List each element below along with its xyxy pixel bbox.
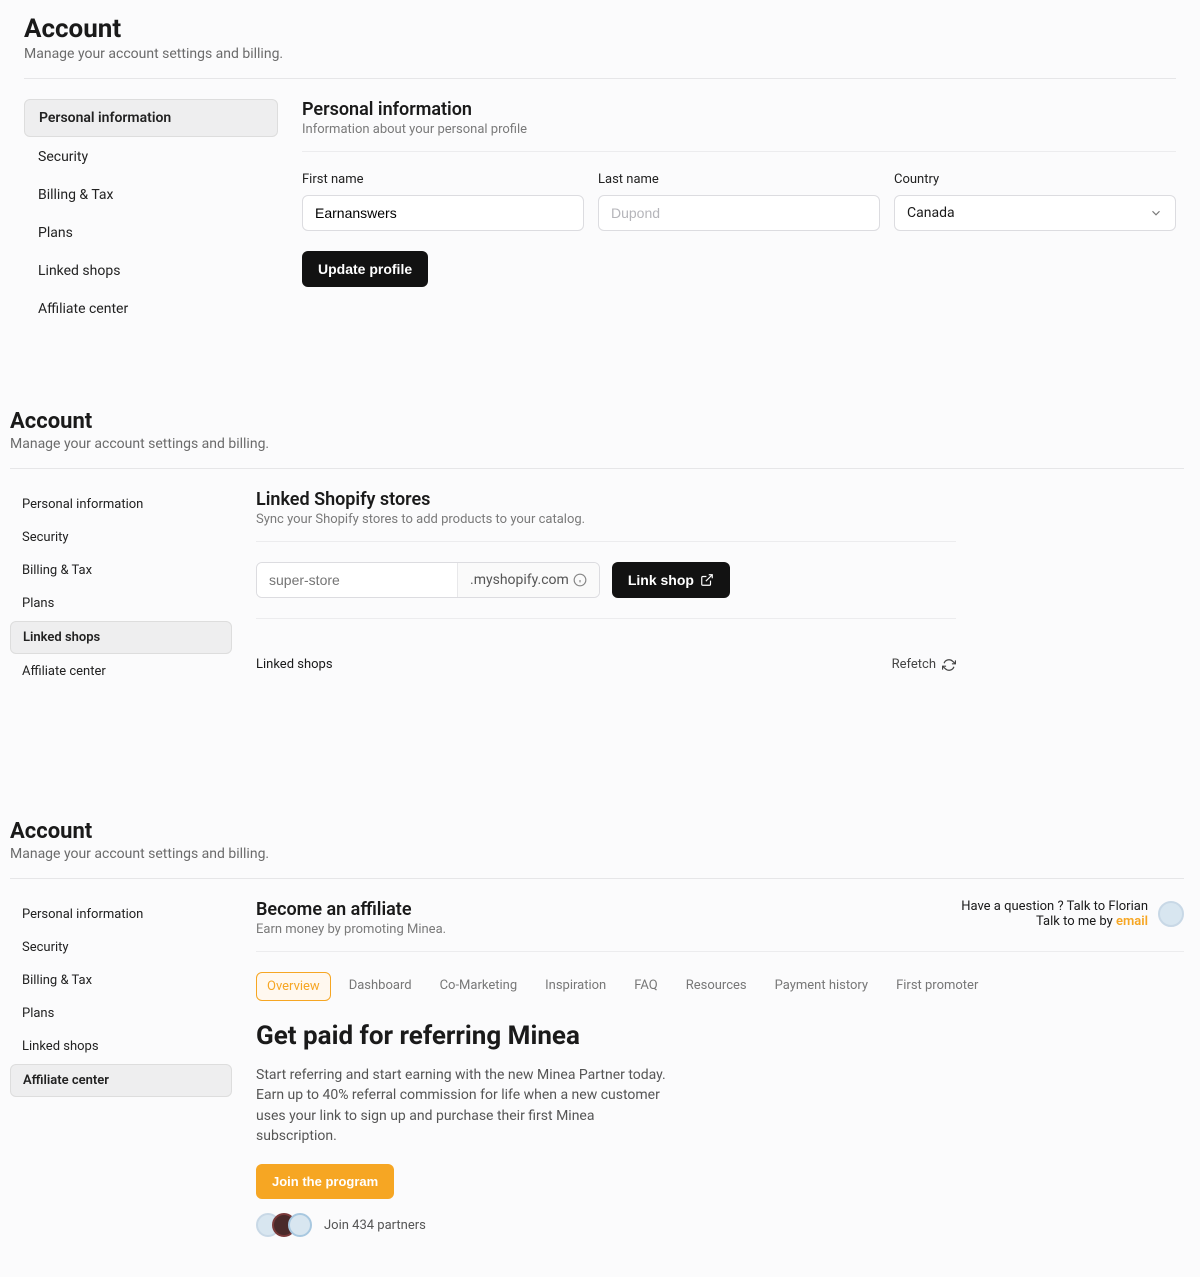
country-select[interactable]: Canada: [894, 195, 1176, 231]
country-value: Canada: [907, 205, 955, 221]
country-label: Country: [894, 172, 1176, 187]
info-icon: [573, 573, 587, 587]
first-name-input[interactable]: [315, 205, 571, 221]
tab-plans[interactable]: Plans: [24, 215, 278, 251]
section-divider: [302, 151, 1176, 152]
talk-text: Talk to me by email: [1036, 914, 1148, 929]
affiliate-heading: Get paid for referring Minea: [256, 1021, 1184, 1051]
subtab-inspiration[interactable]: Inspiration: [535, 972, 616, 1001]
tab-personal-information[interactable]: Personal information: [10, 489, 232, 520]
last-name-input[interactable]: [611, 205, 867, 221]
page-title: Account: [10, 819, 1184, 844]
avatar: [1158, 901, 1184, 927]
first-name-label: First name: [302, 172, 584, 187]
section-subtitle: Sync your Shopify stores to add products…: [256, 512, 956, 527]
account-sidebar: Personal information Security Billing & …: [10, 899, 232, 1237]
join-program-button[interactable]: Join the program: [256, 1164, 394, 1199]
tab-security[interactable]: Security: [10, 932, 232, 963]
store-suffix: .myshopify.com: [457, 563, 599, 597]
section-divider: [256, 618, 956, 619]
refetch-button[interactable]: Refetch: [892, 657, 956, 672]
link-shop-button[interactable]: Link shop: [612, 562, 730, 598]
first-name-input-wrap[interactable]: [302, 195, 584, 231]
external-link-icon: [700, 573, 714, 587]
tab-linked-shops[interactable]: Linked shops: [24, 253, 278, 289]
question-text: Have a question ? Talk to Florian: [961, 899, 1148, 914]
affiliate-subtabs: Overview Dashboard Co-Marketing Inspirat…: [256, 972, 1184, 1001]
divider: [10, 878, 1184, 879]
tab-affiliate-center[interactable]: Affiliate center: [10, 656, 232, 687]
store-subdomain-input[interactable]: [257, 563, 457, 597]
tab-plans[interactable]: Plans: [10, 998, 232, 1029]
tab-security[interactable]: Security: [10, 522, 232, 553]
tab-security[interactable]: Security: [24, 139, 278, 175]
affiliate-body: Start referring and start earning with t…: [256, 1065, 676, 1146]
tab-billing[interactable]: Billing & Tax: [10, 965, 232, 996]
page-title: Account: [10, 409, 1184, 434]
account-sidebar: Personal information Security Billing & …: [24, 99, 278, 329]
page-subtitle: Manage your account settings and billing…: [10, 846, 1184, 862]
tab-plans[interactable]: Plans: [10, 588, 232, 619]
tab-billing[interactable]: Billing & Tax: [10, 555, 232, 586]
last-name-input-wrap[interactable]: [598, 195, 880, 231]
section-title: Personal information: [302, 99, 1176, 120]
divider: [10, 468, 1184, 469]
store-input-group: .myshopify.com: [256, 562, 600, 598]
account-sidebar: Personal information Security Billing & …: [10, 489, 232, 689]
subtab-faq[interactable]: FAQ: [624, 972, 667, 1001]
subtab-resources[interactable]: Resources: [676, 972, 757, 1001]
section-divider: [256, 541, 956, 542]
section-subtitle: Information about your personal profile: [302, 122, 1176, 137]
subtab-first-promoter[interactable]: First promoter: [886, 972, 988, 1001]
chevron-down-icon: [1149, 206, 1163, 220]
page-title: Account: [24, 14, 1176, 44]
tab-linked-shops[interactable]: Linked shops: [10, 621, 232, 654]
partner-avatars: [256, 1213, 312, 1237]
refresh-icon: [942, 658, 956, 672]
page-subtitle: Manage your account settings and billing…: [24, 46, 1176, 62]
subtab-overview[interactable]: Overview: [256, 972, 331, 1001]
tab-affiliate-center[interactable]: Affiliate center: [10, 1064, 232, 1097]
linked-shops-label: Linked shops: [256, 657, 333, 672]
tab-affiliate-center[interactable]: Affiliate center: [24, 291, 278, 327]
avatar: [288, 1213, 312, 1237]
subtab-co-marketing[interactable]: Co-Marketing: [430, 972, 528, 1001]
tab-personal-information[interactable]: Personal information: [24, 99, 278, 137]
tab-billing[interactable]: Billing & Tax: [24, 177, 278, 213]
divider: [24, 78, 1176, 79]
tab-personal-information[interactable]: Personal information: [10, 899, 232, 930]
subtab-dashboard[interactable]: Dashboard: [339, 972, 422, 1001]
section-title: Become an affiliate: [256, 899, 446, 920]
update-profile-button[interactable]: Update profile: [302, 251, 428, 287]
partners-count: Join 434 partners: [324, 1218, 426, 1233]
section-subtitle: Earn money by promoting Minea.: [256, 922, 446, 937]
section-title: Linked Shopify stores: [256, 489, 956, 510]
email-link[interactable]: email: [1116, 914, 1148, 929]
section-divider: [256, 951, 1184, 952]
page-subtitle: Manage your account settings and billing…: [10, 436, 1184, 452]
last-name-label: Last name: [598, 172, 880, 187]
subtab-payment-history[interactable]: Payment history: [765, 972, 878, 1001]
tab-linked-shops[interactable]: Linked shops: [10, 1031, 232, 1062]
